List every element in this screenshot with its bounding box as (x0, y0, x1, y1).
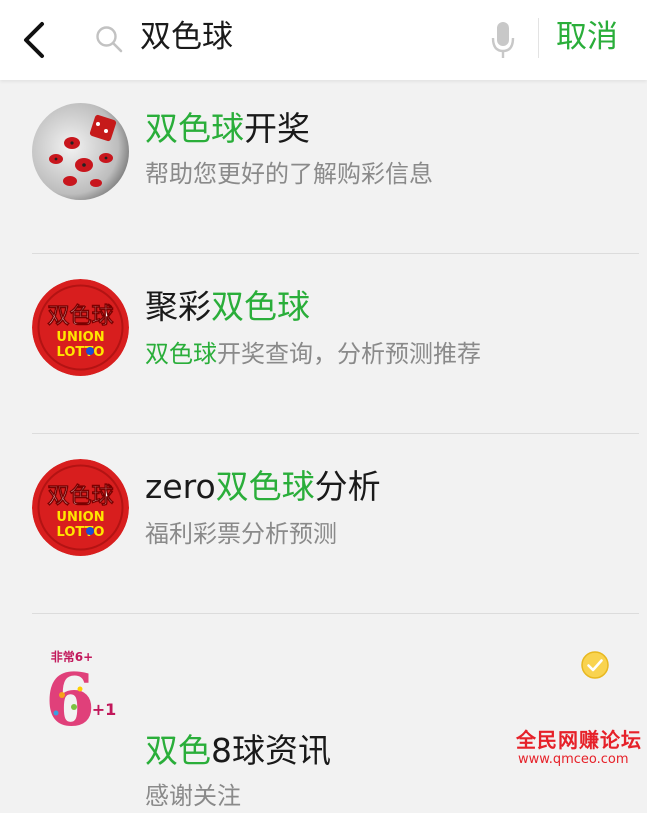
search-header: 双色球 取消 (0, 0, 647, 80)
separator (32, 253, 639, 254)
title-highlight: 双色球 (145, 109, 244, 148)
avatar: 双色球 UNION LOTTO (32, 279, 129, 376)
result-title: zero双色球分析 (145, 465, 381, 509)
watermark: 全民网赚论坛 www.qmceo.com (516, 728, 644, 768)
watermark-url: www.qmceo.com (518, 752, 629, 767)
microphone-icon[interactable] (488, 20, 518, 60)
list-item[interactable]: 双色球 UNION LOTTO zero双色球分析 福利彩票分析预测 (0, 435, 647, 611)
title-text: 开奖 (244, 109, 310, 148)
union-lotto-logo-icon: 双色球 UNION LOTTO (32, 459, 129, 556)
result-description: 帮助您更好的了解购彩信息 (145, 160, 433, 188)
logo-lotto-text: LOTTO (57, 525, 105, 540)
logo-union-text: UNION (56, 510, 104, 525)
result-description: 福利彩票分析预测 (145, 520, 337, 548)
header-divider (538, 18, 539, 58)
watermark-title: 全民网赚论坛 (516, 728, 642, 752)
logo-union-text: UNION (56, 330, 104, 345)
logo-cn-text: 双色球 (47, 303, 114, 329)
union-lotto-logo-icon: 双色球 UNION LOTTO (32, 279, 129, 376)
separator (32, 433, 639, 434)
title-highlight: 双色球 (211, 287, 310, 326)
logo-six-text: 6 (45, 657, 95, 734)
result-title: 聚彩双色球 (145, 285, 310, 329)
six-plus-one-logo-icon: 非常6+ 6 +1 (32, 637, 129, 734)
avatar (32, 103, 129, 200)
logo-cn-text: 双色球 (47, 483, 114, 509)
result-title: 双色球开奖 (145, 107, 310, 151)
search-icon (96, 26, 123, 53)
desc-text: 开奖查询，分析预测推荐 (217, 340, 481, 368)
result-description: 感谢关注 (145, 782, 241, 810)
title-text: 8球资讯 (211, 731, 331, 770)
title-text: 分析 (314, 467, 381, 506)
list-item[interactable]: 双色球开奖 帮助您更好的了解购彩信息 (0, 83, 647, 259)
ladybug-photo-avatar-icon (32, 103, 129, 200)
cancel-button[interactable]: 取消 (556, 15, 618, 59)
separator (32, 613, 639, 614)
title-highlight: 双色 (145, 731, 211, 770)
avatar: 非常6+ 6 +1 (32, 637, 129, 734)
title-text: 聚彩 (145, 287, 211, 326)
search-input[interactable]: 双色球 (140, 15, 233, 59)
desc-highlight: 双色球 (145, 340, 217, 368)
back-button[interactable] (18, 18, 52, 62)
logo-plus-text: +1 (92, 700, 117, 719)
list-item[interactable]: 双色球 UNION LOTTO 聚彩双色球 双色球开奖查询，分析预测推荐 (0, 255, 647, 431)
chevron-left-icon (24, 22, 44, 58)
title-highlight: 双色球 (215, 467, 315, 506)
title-text: zero (145, 467, 216, 506)
avatar: 双色球 UNION LOTTO (32, 459, 129, 556)
verified-check-icon (581, 651, 609, 679)
logo-lotto-text: LOTTO (57, 345, 105, 360)
result-title: 双色8球资讯 (145, 729, 331, 773)
result-description: 双色球开奖查询，分析预测推荐 (145, 337, 481, 371)
